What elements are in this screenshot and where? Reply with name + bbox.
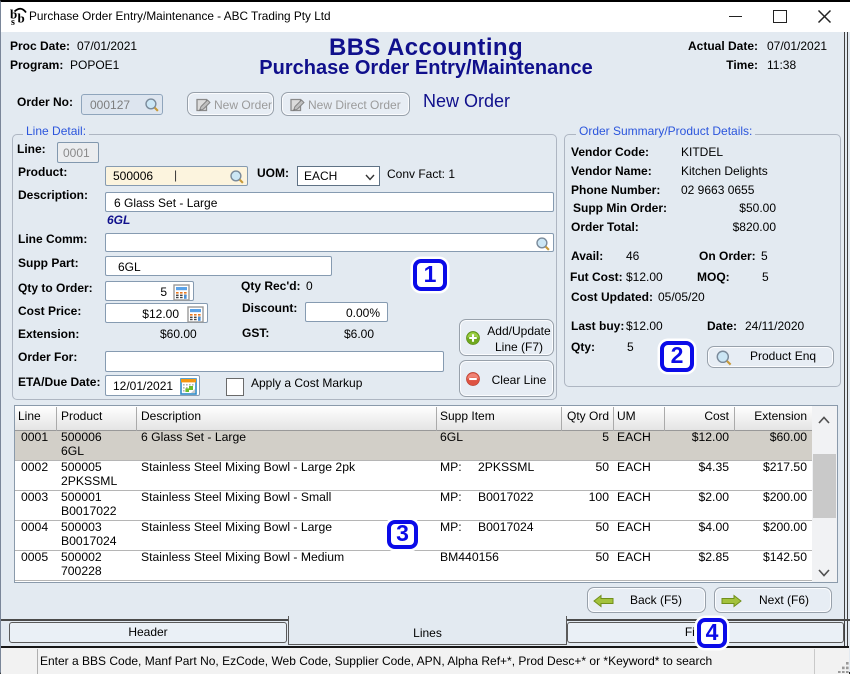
svg-text:s: s — [11, 17, 15, 26]
svg-text:b: b — [18, 11, 25, 26]
